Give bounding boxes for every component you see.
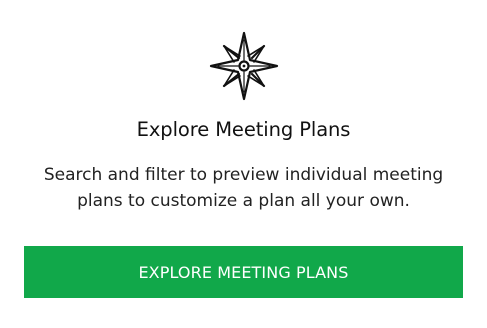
- page: Explore Meeting Plans Search and filter …: [0, 0, 487, 328]
- explore-plans-card: Explore Meeting Plans Search and filter …: [0, 0, 487, 328]
- explore-meeting-plans-button[interactable]: EXPLORE MEETING PLANS: [24, 246, 463, 298]
- icon-container: [0, 30, 487, 110]
- card-description: Search and filter to preview individual …: [43, 165, 444, 211]
- compass-rose-icon: [209, 31, 278, 101]
- card-title: Explore Meeting Plans: [136, 118, 351, 141]
